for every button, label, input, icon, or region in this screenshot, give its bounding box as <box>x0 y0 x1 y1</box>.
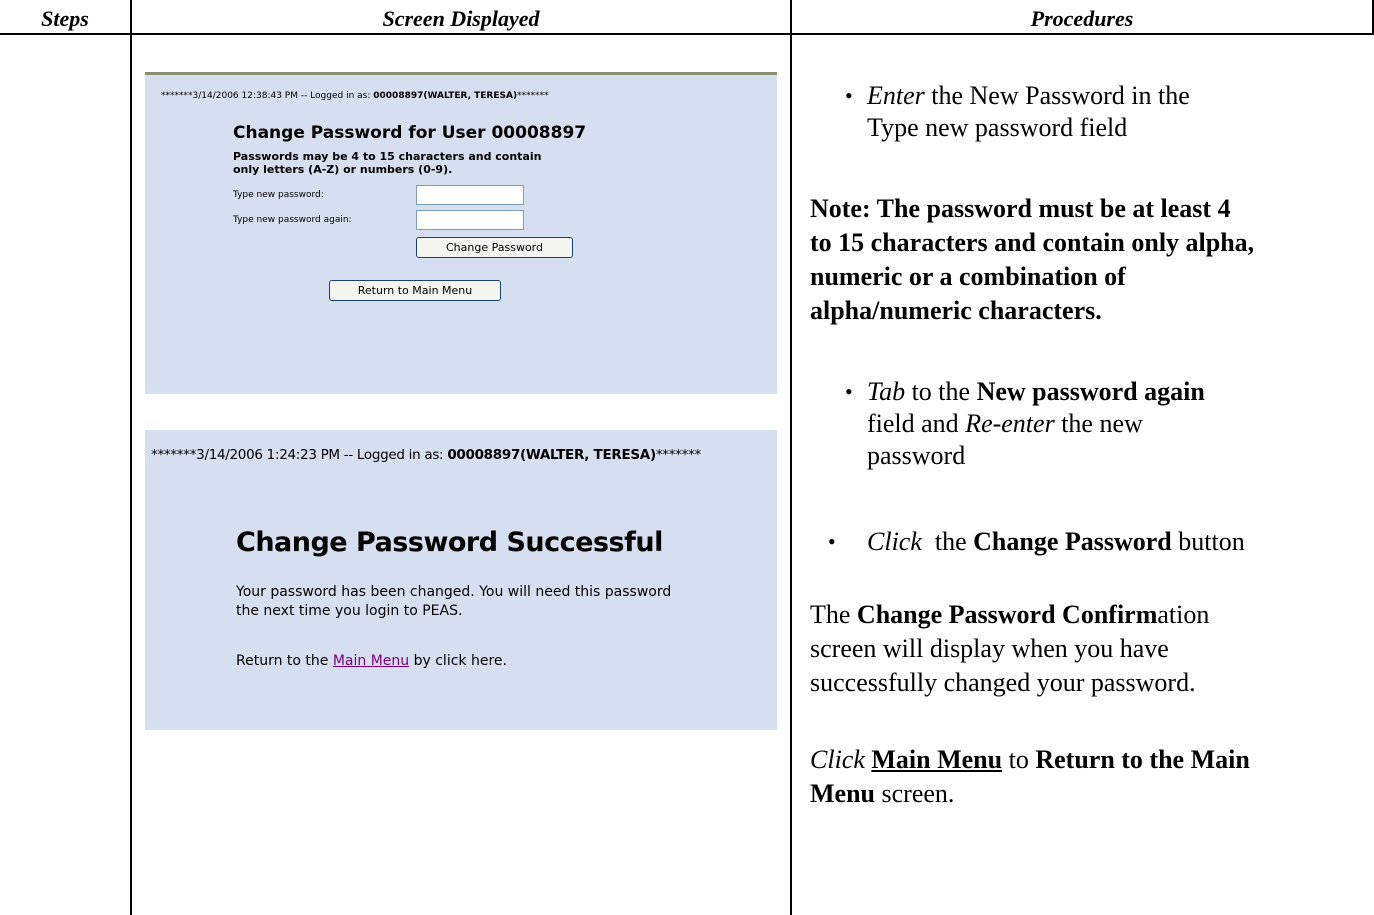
change-password-success-screenshot: *******3/14/2006 1:24:23 PM -- Logged in… <box>145 430 777 730</box>
procedure-step-click-change: • Click the Change Password button <box>828 526 1245 558</box>
text: screen. <box>875 779 955 808</box>
bullet-icon: • <box>845 379 853 404</box>
final-instruction: Click Main Menu to Return to the Main Me… <box>810 743 1370 811</box>
bold-text: Menu <box>810 779 875 808</box>
text: The <box>810 600 857 629</box>
screen-name: Change Password Confirm <box>856 600 1158 629</box>
return-instruction: Return to the Main Menu by click here. <box>236 653 507 669</box>
column-divider-steps <box>130 0 132 915</box>
final-line-2: Menu screen. <box>810 777 1370 811</box>
password-rules-line-2: only letters (A-Z) or numbers (0-9). <box>233 163 453 176</box>
login-status: *******3/14/2006 12:38:43 PM -- Logged i… <box>161 91 549 101</box>
note-line-1: Note: The password must be at least 4 <box>810 194 1231 223</box>
step-verb: Click <box>867 527 922 556</box>
change-password-title: Change Password for User 00008897 <box>233 123 587 143</box>
step-text-line-2: Type new password field <box>867 113 1128 142</box>
success-message: Your password has been changed. You will… <box>236 583 671 621</box>
login-status-prefix: *******3/14/2006 12:38:43 PM -- Logged i… <box>161 91 374 101</box>
note-line-4: alpha/numeric characters. <box>810 296 1102 325</box>
new-password-input[interactable] <box>416 185 524 205</box>
return-to-main-menu-button[interactable]: Return to Main Menu <box>329 280 501 301</box>
new-password-again-input[interactable] <box>416 210 524 230</box>
success-message-line-1: Your password has been changed. You will… <box>236 584 672 600</box>
step-line: Enter the New Password in the <box>867 80 1190 112</box>
bullet-icon: • <box>828 529 836 554</box>
header-steps: Steps <box>41 6 89 31</box>
confirmation-line-2: screen will display when you have <box>810 634 1169 663</box>
password-rules-text: Passwords may be 4 to 15 characters and … <box>233 150 541 176</box>
bullet-icon: • <box>845 83 853 108</box>
table-header-row: Steps Screen Displayed Procedures <box>0 0 1374 35</box>
note-line-3: numeric or a combination of <box>810 262 1126 291</box>
bold-text: Return to the Main <box>1035 745 1250 774</box>
step-text: to the <box>905 377 977 406</box>
column-divider-screen <box>790 0 792 915</box>
step-line-3: password <box>867 441 966 470</box>
confirmation-line-3: successfully changed your password. <box>810 668 1196 697</box>
step-verb: Tab <box>867 377 906 406</box>
return-prefix: Return to the <box>236 653 333 669</box>
login-status-suffix: ******* <box>655 447 701 463</box>
login-status: *******3/14/2006 1:24:23 PM -- Logged in… <box>151 447 701 463</box>
success-title: Change Password Successful <box>236 527 663 558</box>
step-verb: Click <box>810 745 865 774</box>
change-password-button[interactable]: Change Password <box>416 237 573 258</box>
button-name: Change Password <box>973 527 1172 556</box>
change-password-screenshot: *******3/14/2006 12:38:43 PM -- Logged i… <box>145 72 777 394</box>
header-screen-displayed: Screen Displayed <box>382 6 540 31</box>
login-status-suffix: ******* <box>517 91 549 101</box>
confirmation-line-1: The Change Password Confirmation <box>810 598 1370 632</box>
new-password-again-label: Type new password again: <box>233 215 352 225</box>
text: ation <box>1157 600 1210 629</box>
procedure-step-enter-password: • Enter the New Password in the Type new… <box>845 80 1190 144</box>
step-text: the <box>921 527 974 556</box>
step-verb: Re-enter <box>965 409 1055 438</box>
main-menu-reference: Main Menu <box>871 745 1003 774</box>
main-menu-link[interactable]: Main Menu <box>333 653 409 669</box>
new-password-label: Type new password: <box>233 190 324 200</box>
step-verb: Enter <box>867 81 925 110</box>
password-rules-line-1: Passwords may be 4 to 15 characters and … <box>233 150 542 163</box>
note-line-2: to 15 characters and contain only alpha, <box>810 228 1255 257</box>
text: to <box>1002 745 1036 774</box>
step-text: the new <box>1054 409 1143 438</box>
login-user: 00008897(WALTER, TERESA) <box>373 91 518 101</box>
step-text: the New Password in the <box>924 81 1190 110</box>
login-status-prefix: *******3/14/2006 1:24:23 PM -- Logged in… <box>151 447 448 463</box>
success-message-line-2: the next time you login to PEAS. <box>236 603 463 619</box>
final-line-1: Click Main Menu to Return to the Main <box>810 743 1370 777</box>
step-text: button <box>1171 527 1245 556</box>
return-suffix: by click here. <box>409 653 507 669</box>
step-line: Tab to the New password again <box>867 376 1205 408</box>
password-note: Note: The password must be at least 4 to… <box>810 192 1370 328</box>
step-line: Click the Change Password button <box>867 526 1245 558</box>
header-procedures: Procedures <box>1030 6 1134 31</box>
confirmation-paragraph: The Change Password Confirmation screen … <box>810 598 1370 700</box>
step-text: field and <box>867 409 966 438</box>
step-line-2: field and Re-enter the new <box>867 408 1205 440</box>
login-user: 00008897(WALTER, TERESA) <box>447 447 656 463</box>
field-name: New password again <box>976 377 1205 406</box>
procedure-step-tab-reenter: • Tab to the New password again field an… <box>845 376 1205 472</box>
